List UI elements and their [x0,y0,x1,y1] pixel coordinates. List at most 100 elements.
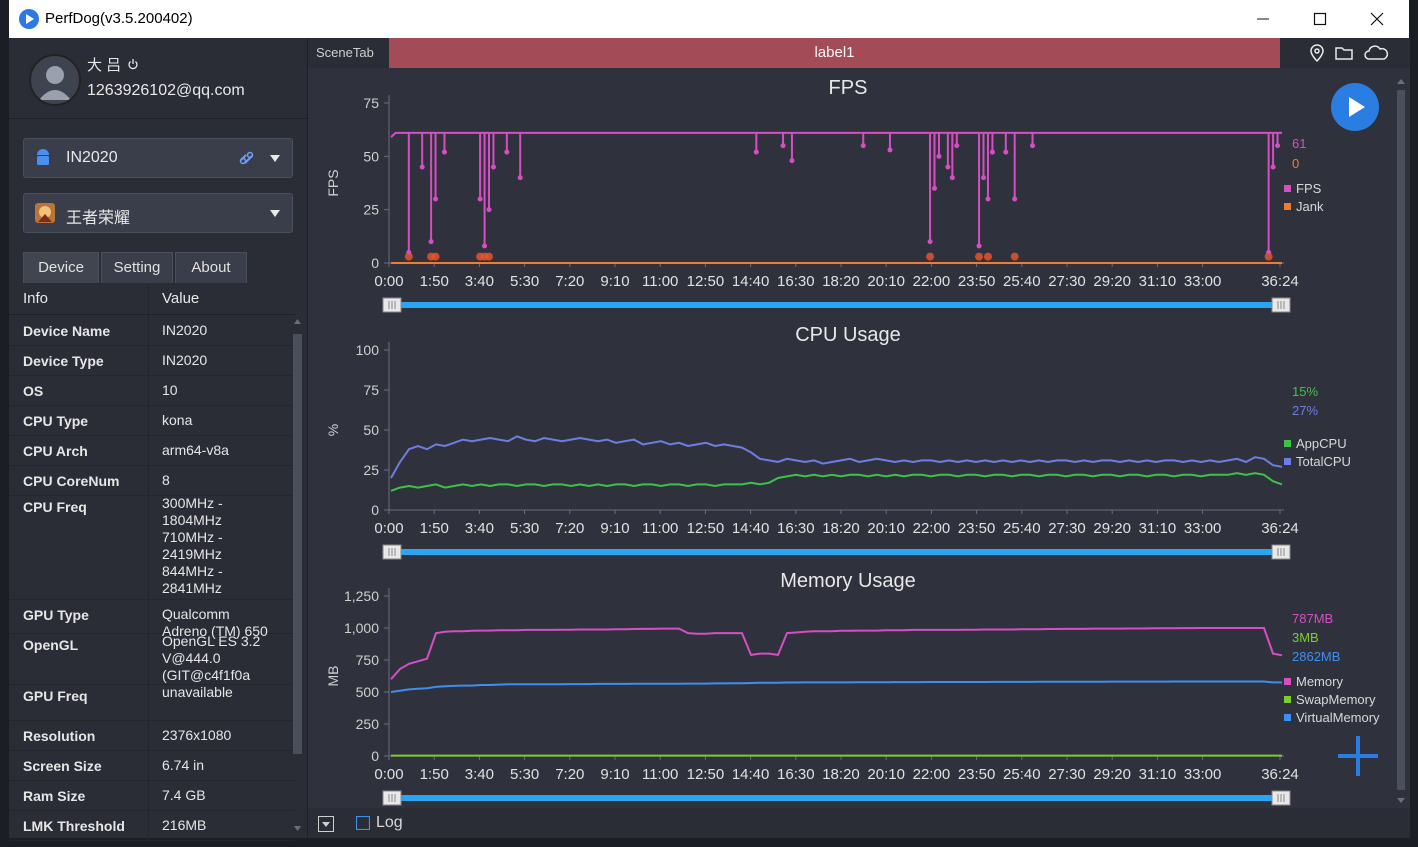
x-tick-label: 14:40 [732,766,770,783]
y-tick-label: 0 [371,502,379,518]
time-range-slider[interactable] [382,544,1291,560]
x-tick-label: 22:00 [913,273,951,290]
series-line-fps [390,131,1282,138]
location-icon[interactable] [1306,43,1328,63]
info-value: 300MHz - 1804MHz 710MHz - 2419MHz 844MHz… [162,495,223,596]
app-select[interactable]: 王者荣耀 [23,193,293,233]
y-tick-label: 75 [363,95,379,111]
x-tick-label: 29:20 [1093,520,1131,537]
x-tick-label: 5:30 [510,766,539,783]
app-logo-icon [35,203,55,223]
table-row: Ram Size 7.4 GB [9,780,295,811]
x-tick-label: 9:10 [600,766,629,783]
device-select[interactable]: IN2020 [23,138,293,178]
slider-end-handle[interactable] [1271,297,1291,313]
x-tick-label: 29:20 [1093,273,1131,290]
x-tick-label: 20:10 [867,766,905,783]
jank-marker [975,252,984,261]
x-tick-label: 36:24 [1261,520,1299,537]
x-tick-label: 16:30 [777,520,815,537]
legend-item: SwapMemory [1296,692,1376,707]
power-icon[interactable] [127,58,139,70]
x-tick-label: 0:00 [374,766,403,783]
fps-dip-point [477,196,483,202]
dropdown-icon [322,822,330,827]
maximize-icon [1313,12,1327,26]
y-axis-label: % [325,424,341,436]
app-window: PerfDog(v3.5.200402) 大 吕 1263926102@qq.c… [9,0,1410,841]
slider-start-handle[interactable] [382,790,402,806]
info-key: CPU Freq [23,499,87,515]
legend-swatch [1284,678,1291,685]
fps-dip-point [517,175,523,181]
fps-dip-point [932,185,938,191]
slider-track[interactable] [397,549,1284,555]
info-key: Ram Size [23,788,86,804]
x-tick-label: 7:20 [555,766,584,783]
slider-end-handle[interactable] [1271,544,1291,560]
close-button[interactable] [1349,0,1405,38]
x-tick-label: 31:10 [1139,273,1177,290]
time-range-slider[interactable] [382,790,1291,806]
tab-about[interactable]: About [175,252,247,283]
scene-bar: SceneTab label1 [308,38,1410,68]
slider-track[interactable] [397,302,1284,308]
folder-icon[interactable] [1333,43,1355,63]
fps-dip-point [482,243,488,249]
y-tick-label: 1,250 [344,588,379,604]
info-value: 6.74 in [162,757,205,773]
tab-device[interactable]: Device [23,252,99,283]
cloud-icon[interactable] [1363,43,1389,63]
info-key: GPU Type [23,607,89,623]
column-divider [148,810,149,840]
header-info: Info [23,290,49,307]
x-tick-label: 20:10 [867,520,905,537]
column-divider [148,435,149,465]
avatar[interactable] [29,54,81,106]
slider-track[interactable] [397,795,1284,801]
table-row: Device Name IN2020 [9,315,295,346]
scene-tab[interactable]: SceneTab [316,45,374,60]
window-title: PerfDog(v3.5.200402) [45,10,193,27]
y-tick-label: 50 [363,422,379,438]
chart-1: CPU Usage% 0 25 50 75 100 0:00 1:50 3:40 5:30 7:20… [325,324,1351,560]
x-tick-label: 27:30 [1048,520,1086,537]
fps-dip-point [985,196,991,202]
info-scrollbar[interactable] [292,316,303,836]
chart-title: CPU Usage [795,324,901,346]
table-row: CPU Type kona [9,405,295,436]
column-divider [148,599,149,633]
time-range-slider[interactable] [382,297,1291,313]
chart-title: Memory Usage [780,570,916,592]
x-tick-label: 0:00 [374,273,403,290]
x-tick-label: 5:30 [510,273,539,290]
info-value: IN2020 [162,352,208,368]
y-axis-label: FPS [325,169,341,196]
x-tick-label: 23:50 [958,520,996,537]
log-checkbox[interactable] [356,816,370,830]
jank-marker [983,252,992,261]
slider-start-handle[interactable] [382,297,402,313]
add-chart-button[interactable] [1336,734,1380,778]
slider-end-handle[interactable] [1271,790,1291,806]
minimize-button[interactable] [1235,0,1291,38]
y-tick-label: 500 [356,684,380,700]
scene-label[interactable]: label1 [389,38,1280,68]
tab-setting[interactable]: Setting [101,252,173,283]
info-key: GPU Freq [23,688,88,704]
collapse-dropdown-button[interactable] [318,816,334,832]
charts-scrollbar[interactable] [1396,76,1406,806]
column-divider [148,495,149,599]
slider-start-handle[interactable] [382,544,402,560]
x-tick-label: 33:00 [1184,520,1222,537]
table-row: GPU Type Qualcomm Adreno (TM) 650 [9,599,295,639]
chevron-down-icon [270,155,280,162]
x-tick-label: 16:30 [777,273,815,290]
table-row: Resolution 2376x1080 [9,720,295,751]
chart-0: FPS FPS 0 25 50 75 0:00 1:50 3:40 5:30 7:20 9:10 11:… [325,77,1324,313]
maximize-button[interactable] [1292,0,1348,38]
x-tick-label: 7:20 [555,273,584,290]
connection-icon[interactable] [238,150,256,166]
play-button[interactable] [1330,82,1380,132]
column-divider [148,284,149,314]
